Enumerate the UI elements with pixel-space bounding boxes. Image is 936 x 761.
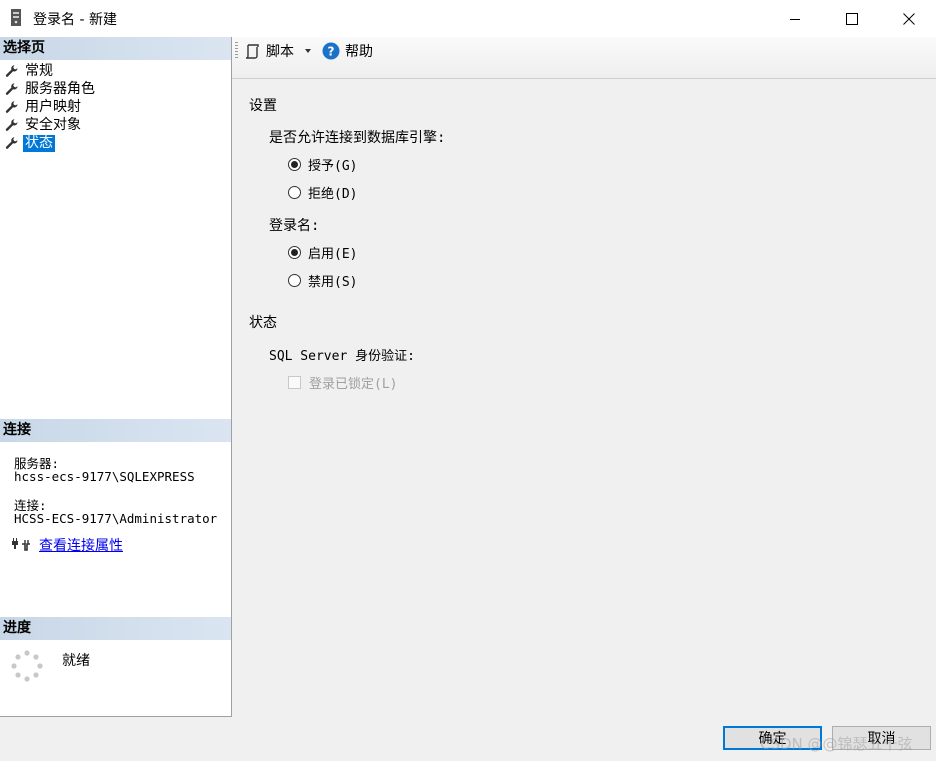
minimize-button[interactable] [766, 0, 824, 37]
plug-icon [12, 538, 30, 551]
progress-header: 进度 [0, 617, 231, 640]
progress-status: 就绪 [62, 653, 90, 669]
minimize-icon [790, 18, 800, 20]
window-title: 登录名 - 新建 [33, 12, 117, 28]
disable-label: 禁用(S) [308, 275, 358, 290]
login-locked-checkbox[interactable]: 登录已锁定(L) [288, 373, 397, 392]
left-pane: 选择页 常规 服务器角色 用户映射 安全对象 状态 连接 服务器: hcss-e… [0, 37, 232, 717]
page-item-securables[interactable]: 安全对象 [5, 116, 83, 134]
login-locked-label: 登录已锁定(L) [309, 377, 398, 392]
wrench-icon [5, 65, 18, 77]
help-button[interactable]: ? 帮助 [322, 41, 373, 61]
radio-circle[interactable] [288, 158, 301, 171]
permission-question: 是否允许连接到数据库引擎: [269, 130, 446, 146]
wrench-icon [5, 137, 18, 149]
enable-radio[interactable]: 启用(E) [288, 243, 357, 262]
settings-heading: 设置 [249, 98, 277, 114]
page-item-status[interactable]: 状态 [5, 134, 55, 152]
disable-radio[interactable]: 禁用(S) [288, 271, 357, 290]
wrench-icon [5, 119, 18, 131]
sql-auth-label: SQL Server 身份验证: [269, 349, 415, 364]
spinner-icon [11, 650, 43, 682]
server-icon [11, 9, 21, 26]
svg-text:?: ? [328, 45, 335, 59]
help-icon: ? [322, 42, 340, 60]
maximize-icon [846, 12, 858, 25]
wrench-icon [5, 83, 18, 95]
page-item-label: 常规 [25, 62, 53, 79]
page-item-label: 服务器角色 [25, 80, 95, 97]
connection-value: HCSS-ECS-9177\Administrator [14, 511, 218, 526]
page-item-user-mapping[interactable]: 用户映射 [5, 98, 83, 116]
status-page-content: 设置 是否允许连接到数据库引擎: 授予(G) 拒绝(D) 登录名: 启用(E) … [232, 79, 936, 716]
page-item-label: 用户映射 [25, 98, 81, 115]
title-bar: 登录名 - 新建 [0, 0, 936, 37]
enable-label: 启用(E) [308, 247, 358, 262]
checkbox-box[interactable] [288, 376, 301, 389]
help-label: 帮助 [345, 44, 373, 60]
script-button[interactable]: 脚本 [244, 41, 312, 61]
close-button[interactable] [880, 0, 936, 37]
page-item-server-roles[interactable]: 服务器角色 [5, 80, 97, 98]
deny-radio[interactable]: 拒绝(D) [288, 183, 357, 202]
select-page-header: 选择页 [0, 37, 231, 60]
radio-circle[interactable] [288, 246, 301, 259]
view-connection-properties[interactable]: 查看连接属性 [11, 535, 123, 555]
script-icon [245, 43, 259, 59]
grant-radio[interactable]: 授予(G) [288, 155, 357, 174]
status-heading: 状态 [249, 315, 277, 331]
page-item-general[interactable]: 常规 [5, 62, 55, 80]
script-label: 脚本 [266, 44, 294, 60]
wrench-icon [5, 101, 18, 113]
connection-header: 连接 [0, 419, 231, 442]
radio-circle[interactable] [288, 186, 301, 199]
radio-circle[interactable] [288, 274, 301, 287]
grant-label: 授予(G) [308, 159, 358, 174]
dropdown-arrow-icon[interactable] [304, 48, 312, 54]
toolbar-grip [235, 42, 238, 58]
server-value: hcss-ecs-9177\SQLEXPRESS [14, 469, 195, 484]
deny-label: 拒绝(D) [308, 187, 358, 202]
page-item-label: 状态 [23, 134, 55, 152]
close-icon [903, 12, 915, 25]
watermark: CSDN @@锦瑟五十弦 [760, 735, 913, 753]
page-item-label: 安全对象 [25, 116, 81, 133]
view-connection-properties-link[interactable]: 查看连接属性 [39, 535, 123, 555]
login-heading: 登录名: [269, 218, 320, 234]
toolbar: 脚本 ? 帮助 [232, 37, 936, 79]
maximize-button[interactable] [823, 0, 881, 37]
